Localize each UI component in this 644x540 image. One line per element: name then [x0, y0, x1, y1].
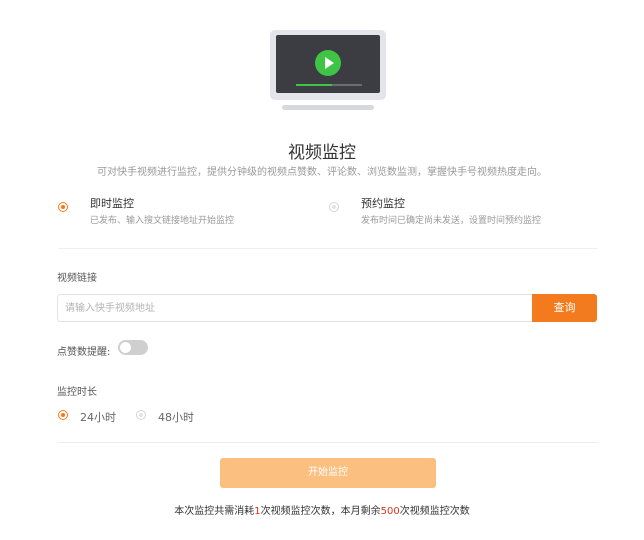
start-monitor-button[interactable]: 开始监控 — [220, 458, 436, 488]
mode-instant-desc: 已发布、输入搜文链接地址开始监控 — [90, 216, 235, 226]
query-button[interactable]: 查询 — [532, 294, 597, 322]
video-link-label: 视频链接 — [57, 273, 97, 284]
video-progress-fill — [296, 84, 333, 86]
video-url-input[interactable] — [57, 294, 532, 322]
mode-scheduled-title[interactable]: 预约监控 — [361, 195, 405, 211]
divider — [58, 442, 598, 443]
duration-label: 监控时长 — [57, 387, 97, 398]
duration-24h-radio[interactable] — [58, 410, 68, 420]
usage-note-text: 次视频监控次数 — [399, 506, 470, 517]
mode-instant-radio[interactable] — [58, 202, 68, 212]
mode-scheduled-radio[interactable] — [329, 202, 339, 212]
monitor-stand — [282, 105, 374, 110]
duration-24h-label[interactable]: 24小时 — [80, 409, 116, 425]
mode-instant-title[interactable]: 即时监控 — [90, 195, 134, 211]
usage-note-text: 次视频监控次数，本月剩余 — [260, 506, 381, 517]
like-alert-toggle[interactable] — [118, 340, 148, 355]
like-alert-label: 点赞数提醒: — [57, 347, 111, 358]
duration-48h-radio[interactable] — [136, 410, 146, 420]
remaining-count: 500 — [380, 506, 400, 517]
video-progress-bar — [296, 84, 362, 86]
divider — [58, 248, 598, 249]
usage-note-text: 本次监控共需消耗 — [174, 506, 255, 517]
page-subtitle: 可对快手视频进行监控，提供分钟级的视频点赞数、评论数、浏览数监测，掌握快手号视频… — [97, 167, 547, 178]
duration-48h-label[interactable]: 48小时 — [158, 409, 194, 425]
page-title: 视频监控 — [288, 143, 356, 163]
usage-note: 本次监控共需消耗1次视频监控次数，本月剩余500次视频监控次数 — [0, 502, 644, 517]
play-icon — [315, 50, 341, 76]
mode-scheduled-desc: 发布时间已确定尚未发送，设置时间预约监控 — [361, 216, 542, 226]
